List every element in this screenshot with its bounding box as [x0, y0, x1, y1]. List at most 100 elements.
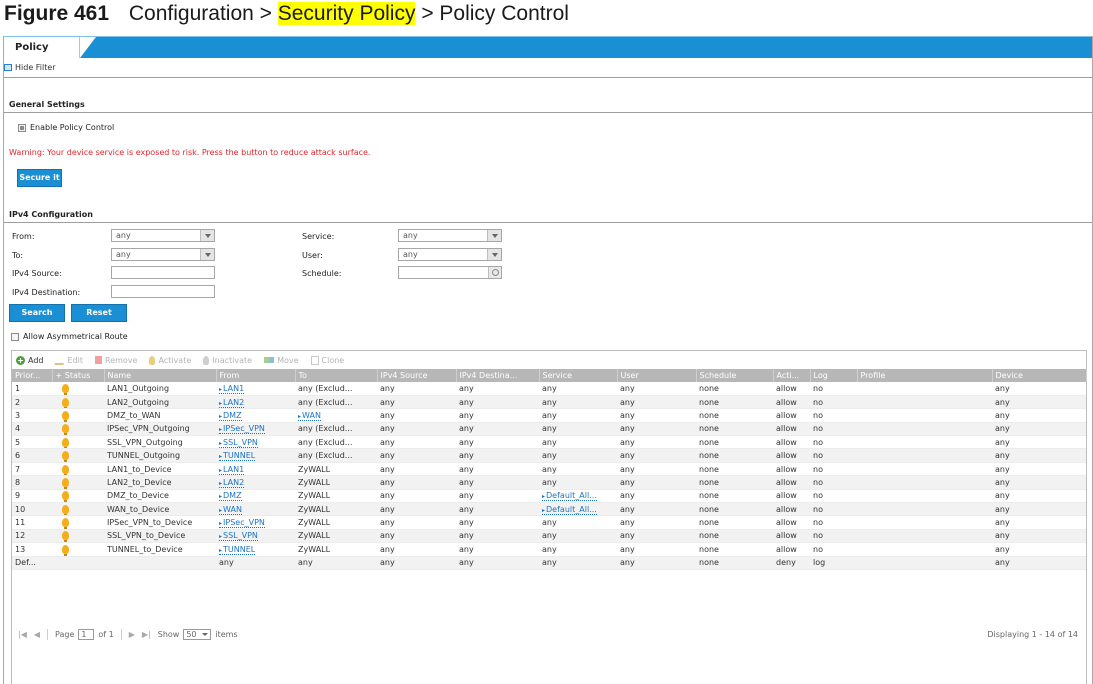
- from-object-link[interactable]: DMZ: [219, 410, 242, 421]
- service-select[interactable]: any: [398, 229, 502, 242]
- page-number-input[interactable]: 1: [78, 628, 95, 640]
- dst-value: any: [459, 558, 474, 568]
- trash-icon: [95, 356, 102, 364]
- hide-filter-toggle[interactable]: Hide Filter: [4, 63, 56, 72]
- column-header[interactable]: Log: [810, 369, 858, 382]
- table-row[interactable]: 2 LAN2_Outgoing LAN2 any (Exclud... any any an…: [12, 395, 1086, 410]
- ipv4-destination-input[interactable]: [111, 285, 215, 298]
- status-cell: [52, 448, 104, 463]
- src-cell: any: [377, 542, 456, 557]
- dst-cell: any: [456, 529, 539, 544]
- asymmetrical-route-checkbox[interactable]: [11, 332, 19, 341]
- enable-policy-checkbox[interactable]: [18, 123, 26, 132]
- remove-button[interactable]: Remove: [95, 356, 137, 365]
- service-object-link[interactable]: Default_All...: [542, 504, 597, 515]
- from-object-link[interactable]: IPSec_VPN: [219, 518, 265, 529]
- schedule-value: none: [699, 424, 719, 434]
- table-row[interactable]: 10 WAN_to_Device WAN ZyWALL any any Default_Al…: [12, 502, 1086, 517]
- activate-button[interactable]: Activate: [149, 355, 191, 365]
- from-object-link[interactable]: TUNNEL: [219, 544, 256, 555]
- column-header[interactable]: IPv4 Destina...: [456, 369, 540, 382]
- move-button[interactable]: Move: [264, 356, 299, 365]
- table-row[interactable]: 4 IPSec_VPN_Outgoing IPSec_VPN any (Exclud.…: [12, 422, 1086, 437]
- profile-cell: [857, 489, 992, 504]
- from-object-link[interactable]: LAN1: [219, 383, 245, 394]
- edit-button[interactable]: Edit: [53, 355, 83, 365]
- service-cell: any: [539, 408, 617, 423]
- column-header[interactable]: Acti...: [773, 369, 811, 382]
- column-header[interactable]: Name: [104, 369, 217, 382]
- from-object-link[interactable]: LAN1: [219, 464, 245, 475]
- column-header[interactable]: Schedule: [696, 369, 774, 382]
- priority-cell: 3: [12, 408, 52, 423]
- table-row[interactable]: 6 TUNNEL_Outgoing TUNNEL any (Exclud... any a…: [12, 448, 1086, 463]
- column-header[interactable]: Prior...: [12, 369, 53, 382]
- column-header[interactable]: IPv4 Source: [377, 369, 457, 382]
- column-header[interactable]: From: [216, 369, 296, 382]
- table-row[interactable]: Def... any any any any any any none deny log any: [12, 556, 1086, 570]
- from-object-link[interactable]: LAN2: [219, 397, 245, 408]
- add-button[interactable]: Add: [16, 355, 44, 365]
- table-row[interactable]: 5 SSL_VPN_Outgoing SSL_VPN any (Exclud... an…: [12, 435, 1086, 450]
- profile-cell: [857, 542, 992, 557]
- column-header[interactable]: To: [295, 369, 378, 382]
- device-value: any: [995, 544, 1010, 554]
- page-size-select[interactable]: 50: [183, 628, 212, 640]
- schedule-input[interactable]: [398, 266, 502, 279]
- clone-button[interactable]: Clone: [310, 355, 344, 365]
- asymmetrical-route[interactable]: Allow Asymmetrical Route: [11, 332, 128, 341]
- user-cell: any: [617, 382, 696, 396]
- policy-rows: 1 LAN1_Outgoing LAN1 any (Exclud... any any an…: [12, 382, 1086, 570]
- caption-path-suffix: > Policy Control: [421, 2, 569, 25]
- service-cell: any: [539, 395, 617, 410]
- prev-page-icon[interactable]: ◀: [34, 630, 40, 639]
- column-header[interactable]: User: [617, 369, 697, 382]
- to-value: any (Exclud...: [298, 397, 353, 407]
- enable-policy-control[interactable]: Enable Policy Control: [18, 123, 114, 132]
- device-value: any: [995, 424, 1010, 434]
- from-object-link[interactable]: WAN: [219, 504, 242, 515]
- secure-it-button[interactable]: Secure it: [17, 169, 62, 187]
- log-value: no: [813, 410, 823, 420]
- to-value: ZyWALL: [298, 477, 331, 487]
- search-button[interactable]: Search: [9, 304, 65, 322]
- from-object-link[interactable]: LAN2: [219, 477, 245, 488]
- column-header[interactable]: Device: [992, 369, 1087, 382]
- name-value: SSL_VPN_Outgoing: [107, 437, 183, 447]
- inactivate-button[interactable]: Inactivate: [203, 355, 252, 365]
- tab-policy[interactable]: Policy: [4, 37, 80, 58]
- service-object-link[interactable]: Default_All...: [542, 491, 597, 502]
- next-page-icon[interactable]: ▶: [129, 630, 135, 639]
- table-row[interactable]: 13 TUNNEL_to_Device TUNNEL ZyWALL any any any a…: [12, 542, 1086, 557]
- column-header[interactable]: Profile: [857, 369, 993, 382]
- device-cell: any: [992, 395, 1086, 410]
- bulb-on-icon: [62, 464, 69, 475]
- user-select[interactable]: any: [398, 248, 502, 261]
- from-object-link[interactable]: TUNNEL: [219, 451, 256, 462]
- from-object-link[interactable]: DMZ: [219, 491, 242, 502]
- table-row[interactable]: 11 IPSec_VPN_to_Device IPSec_VPN ZyWALL any a…: [12, 515, 1086, 530]
- table-row[interactable]: 8LAN2_to_DeviceLAN2ZyWALLanyanyanyanynon…: [12, 475, 1086, 490]
- to-object-link[interactable]: WAN: [298, 410, 321, 421]
- first-page-icon[interactable]: |◀: [18, 630, 27, 639]
- from-object-link[interactable]: SSL_VPN: [219, 531, 258, 542]
- table-row[interactable]: 3 DMZ_to_WAN DMZ WAN any any any any none allow no…: [12, 408, 1086, 423]
- schedule-value: none: [699, 518, 719, 528]
- from-object-link[interactable]: SSL_VPN: [219, 437, 258, 448]
- last-page-icon[interactable]: ▶|: [142, 630, 151, 639]
- table-row[interactable]: 7LAN1_to_DeviceLAN1ZyWALLanyanyanyanynon…: [12, 462, 1086, 477]
- column-header[interactable]: Service: [539, 369, 618, 382]
- to-select[interactable]: any: [111, 248, 215, 261]
- name-cell: IPSec_VPN_Outgoing: [104, 422, 216, 437]
- from-select[interactable]: any: [111, 229, 215, 242]
- user-value: any: [620, 397, 635, 407]
- table-row[interactable]: 12 SSL_VPN_to_Device SSL_VPN ZyWALL any any an…: [12, 529, 1086, 544]
- from-object-link[interactable]: IPSec_VPN: [219, 424, 265, 435]
- table-row[interactable]: 9 DMZ_to_Device DMZ ZyWALL any any Default_All…: [12, 489, 1086, 504]
- column-header[interactable]: + Status: [52, 369, 105, 382]
- table-row[interactable]: 1 LAN1_Outgoing LAN1 any (Exclud... any any an…: [12, 382, 1086, 396]
- pager-separator: [120, 628, 122, 640]
- ipv4-source-input[interactable]: [111, 266, 215, 279]
- reset-button[interactable]: Reset: [71, 304, 127, 322]
- clock-icon[interactable]: [488, 267, 501, 278]
